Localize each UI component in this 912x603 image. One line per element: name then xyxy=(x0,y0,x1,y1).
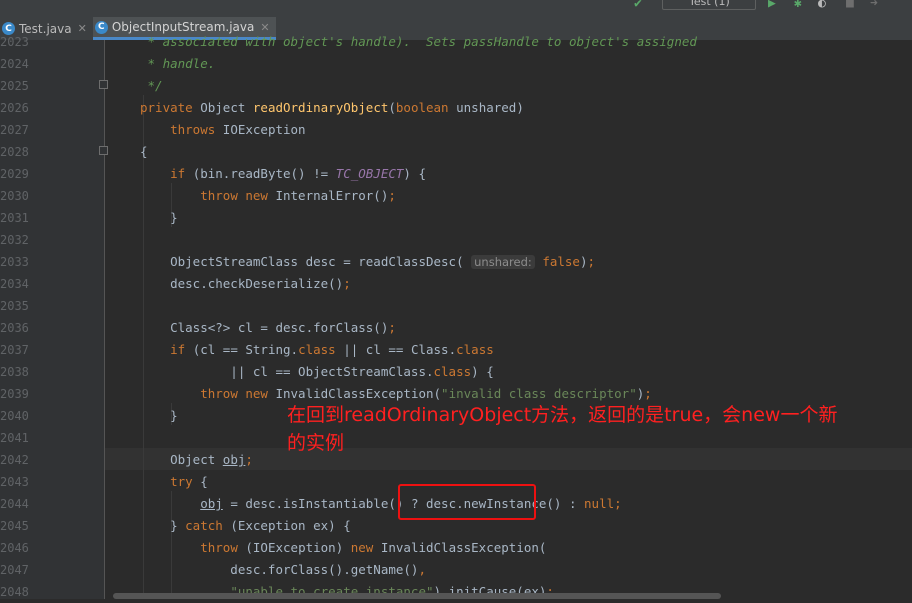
line-number: 2037 xyxy=(0,343,29,357)
line-number: 2029 xyxy=(0,167,29,181)
line-number: 2034 xyxy=(0,277,29,291)
code-line[interactable]: 2025 */ xyxy=(0,75,912,97)
line-number: 2042 xyxy=(0,453,29,467)
stop-icon[interactable]: ■ xyxy=(846,0,854,11)
run-icon[interactable]: ▶ xyxy=(768,0,776,11)
code-text: Class<?> cl = desc.forClass(); xyxy=(140,320,396,335)
fold-marker-icon[interactable] xyxy=(99,80,108,89)
line-number: 2044 xyxy=(0,497,29,511)
code-text: "unable to create instance").initCause(e… xyxy=(230,584,554,599)
code-text: try { xyxy=(170,474,208,489)
code-line[interactable]: 2034 desc.checkDeserialize(); xyxy=(0,273,912,295)
code-line[interactable]: 2033 ObjectStreamClass desc = readClassD… xyxy=(0,251,912,273)
code-text: desc.forClass().getName(), xyxy=(140,562,426,577)
line-number: 2038 xyxy=(0,365,29,379)
line-number: 2048 xyxy=(0,585,29,599)
line-number: 2036 xyxy=(0,321,29,335)
code-text: */ xyxy=(140,78,163,93)
line-number: 2035 xyxy=(0,299,29,313)
coverage-icon[interactable]: ◐ xyxy=(818,0,826,11)
code-text: Object obj; xyxy=(140,452,253,467)
code-line[interactable]: 2048 "unable to create instance").initCa… xyxy=(0,581,912,603)
code-text: } catch (Exception ex) { xyxy=(140,518,351,533)
code-line[interactable]: 2032 xyxy=(0,229,912,251)
annotation-text: 在回到readOrdinaryObject方法，返回的是true，会new一个新… xyxy=(287,404,838,454)
line-number: 2026 xyxy=(0,101,29,115)
code-text: throw (IOException) new InvalidClassExce… xyxy=(200,540,547,555)
code-line[interactable]: 2029 if (bin.readByte() != TC_OBJECT) { xyxy=(0,163,912,185)
line-number: 2027 xyxy=(0,123,29,137)
line-number: 2025 xyxy=(0,79,29,93)
code-text: throw new InternalError(); xyxy=(200,188,396,203)
code-line[interactable]: 2023 * associated with object's handle).… xyxy=(0,31,912,53)
code-line[interactable]: 2036 Class<?> cl = desc.forClass(); xyxy=(0,317,912,339)
code-text: } xyxy=(140,408,178,423)
fold-marker-icon[interactable] xyxy=(99,146,108,155)
line-number: 2041 xyxy=(0,431,29,445)
debug-icon[interactable]: ✱ xyxy=(794,0,802,11)
code-line[interactable]: 2046 throw (IOException) new InvalidClas… xyxy=(0,537,912,559)
code-line[interactable]: 2031 } xyxy=(0,207,912,229)
line-number: 2031 xyxy=(0,211,29,225)
line-number: 2033 xyxy=(0,255,29,269)
build-icon[interactable]: ✔ xyxy=(634,0,642,11)
arrow-icon[interactable]: ➜ xyxy=(870,0,878,11)
line-number: 2045 xyxy=(0,519,29,533)
code-text: if (cl == String.class || cl == Class.cl… xyxy=(170,342,494,357)
code-text: obj = desc.isInstantiable() ? desc.newIn… xyxy=(200,496,622,511)
line-number: 2023 xyxy=(0,35,29,49)
code-text: private Object readOrdinaryObject(boolea… xyxy=(140,100,524,115)
code-text: desc.checkDeserialize(); xyxy=(140,276,351,291)
code-text: { xyxy=(140,144,148,159)
code-line[interactable]: 2038 || cl == ObjectStreamClass.class) { xyxy=(0,361,912,383)
line-number: 2046 xyxy=(0,541,29,555)
horizontal-scrollbar[interactable] xyxy=(113,593,721,599)
code-line[interactable]: 2026 private Object readOrdinaryObject(bo… xyxy=(0,97,912,119)
code-text: ObjectStreamClass desc = readClassDesc( … xyxy=(140,254,596,269)
code-line[interactable]: 2024 * handle. xyxy=(0,53,912,75)
line-number: 2030 xyxy=(0,189,29,203)
line-number: 2028 xyxy=(0,145,29,159)
line-number: 2024 xyxy=(0,57,29,71)
code-line[interactable]: 2028 { xyxy=(0,141,912,163)
run-configuration-select[interactable]: Test (1) xyxy=(662,0,756,10)
highlight-box xyxy=(398,484,536,520)
code-text: if (bin.readByte() != TC_OBJECT) { xyxy=(170,166,426,181)
code-line[interactable]: 2047 desc.forClass().getName(), xyxy=(0,559,912,581)
code-text: } xyxy=(140,210,178,225)
code-line[interactable]: 2037 if (cl == String.class || cl == Cla… xyxy=(0,339,912,361)
line-number: 2039 xyxy=(0,387,29,401)
line-number: 2040 xyxy=(0,409,29,423)
line-number: 2043 xyxy=(0,475,29,489)
line-number: 2032 xyxy=(0,233,29,247)
code-text: * handle. xyxy=(140,56,216,71)
code-line[interactable]: 2027 throws IOException xyxy=(0,119,912,141)
code-text: throws IOException xyxy=(170,122,306,137)
code-line[interactable]: 2035 xyxy=(0,295,912,317)
line-number: 2047 xyxy=(0,563,29,577)
code-line[interactable]: 2030 throw new InternalError(); xyxy=(0,185,912,207)
code-text: * associated with object's handle). Sets… xyxy=(140,34,697,49)
code-text: || cl == ObjectStreamClass.class) { xyxy=(140,364,494,379)
